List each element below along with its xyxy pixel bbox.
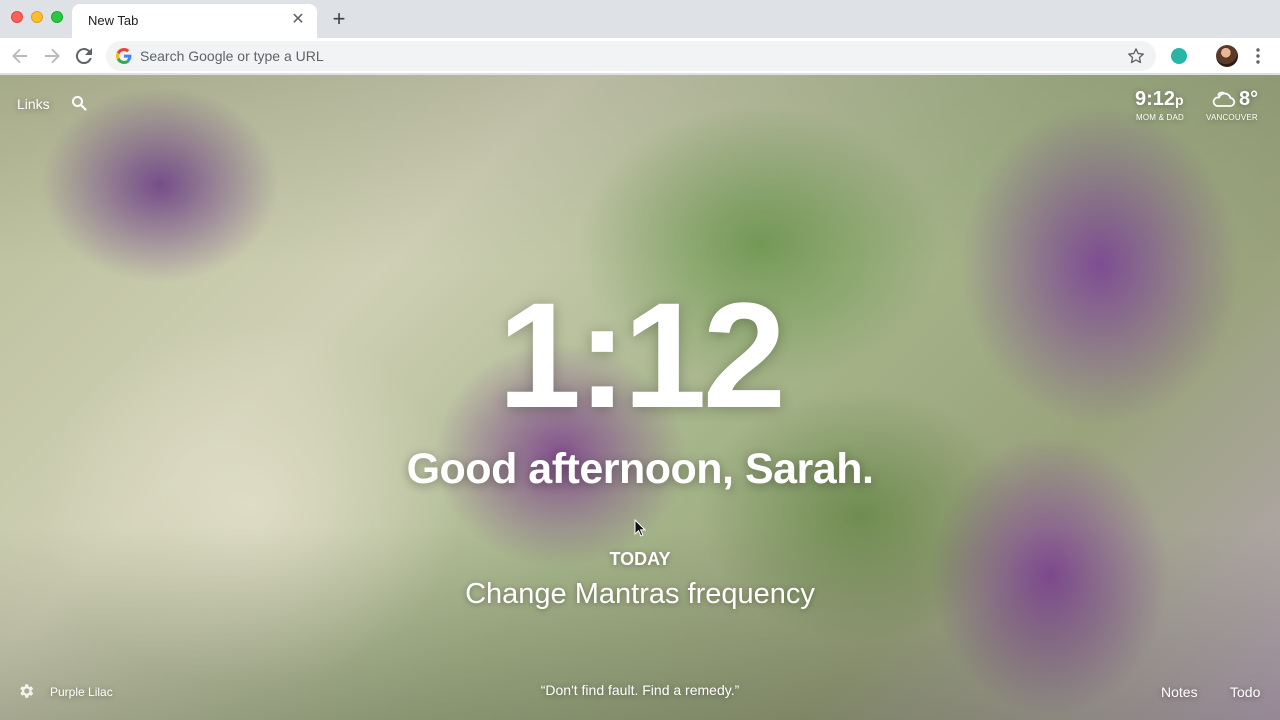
tab-close-icon[interactable]: ✕ bbox=[289, 11, 307, 29]
omnibox[interactable]: Search Google or type a URL bbox=[106, 41, 1156, 71]
forward-icon[interactable] bbox=[40, 44, 64, 68]
menu-icon[interactable] bbox=[1252, 46, 1264, 66]
links-button[interactable]: Links bbox=[17, 96, 50, 112]
focus-label: TODAY bbox=[609, 549, 671, 569]
google-icon bbox=[116, 48, 132, 64]
weather-temperature[interactable]: 8° bbox=[1239, 88, 1258, 111]
cloud-icon[interactable] bbox=[1210, 89, 1236, 109]
avatar[interactable] bbox=[1216, 45, 1238, 67]
todo-button[interactable]: Todo bbox=[1230, 684, 1260, 700]
photo-name[interactable]: Purple Lilac bbox=[50, 685, 113, 699]
search-icon[interactable] bbox=[71, 95, 87, 111]
window-maximize-button[interactable] bbox=[51, 11, 63, 23]
tab-strip: New Tab ✕ + bbox=[0, 0, 1280, 38]
tab-title: New Tab bbox=[88, 13, 139, 28]
mouse-cursor-icon bbox=[634, 519, 646, 537]
world-clock-time[interactable]: 9:12p bbox=[1135, 88, 1184, 111]
greeting[interactable]: Good afternoon, Sarah. bbox=[240, 445, 1040, 494]
main-clock: 1:12 bbox=[497, 271, 786, 439]
reload-icon[interactable] bbox=[72, 44, 96, 68]
omnibox-placeholder: Search Google or type a URL bbox=[140, 48, 324, 64]
back-icon[interactable] bbox=[8, 44, 32, 68]
browser-toolbar: Search Google or type a URL bbox=[0, 38, 1280, 74]
world-clock-suffix: p bbox=[1175, 92, 1184, 108]
tab-new-tab[interactable]: New Tab ✕ bbox=[72, 4, 317, 38]
window-minimize-button[interactable] bbox=[31, 11, 43, 23]
notes-button[interactable]: Notes bbox=[1161, 684, 1198, 700]
quote[interactable]: “Don't find fault. Find a remedy.” bbox=[340, 682, 940, 698]
window-close-button[interactable] bbox=[11, 11, 23, 23]
world-clock-label: MOM & DAD bbox=[1136, 113, 1185, 122]
star-icon[interactable] bbox=[1126, 46, 1146, 66]
gear-icon[interactable] bbox=[17, 682, 35, 700]
weather-location: VANCOUVER bbox=[1206, 113, 1258, 122]
new-tab-button[interactable]: + bbox=[328, 8, 350, 30]
momentum-page: Links 9:12p MOM & DAD 8° VANCOUVER 1:12 … bbox=[0, 75, 1280, 720]
world-clock-hours: 9:12 bbox=[1135, 88, 1176, 110]
focus-text[interactable]: Change Mantras frequency bbox=[340, 578, 940, 611]
extension-icon[interactable] bbox=[1171, 48, 1187, 64]
